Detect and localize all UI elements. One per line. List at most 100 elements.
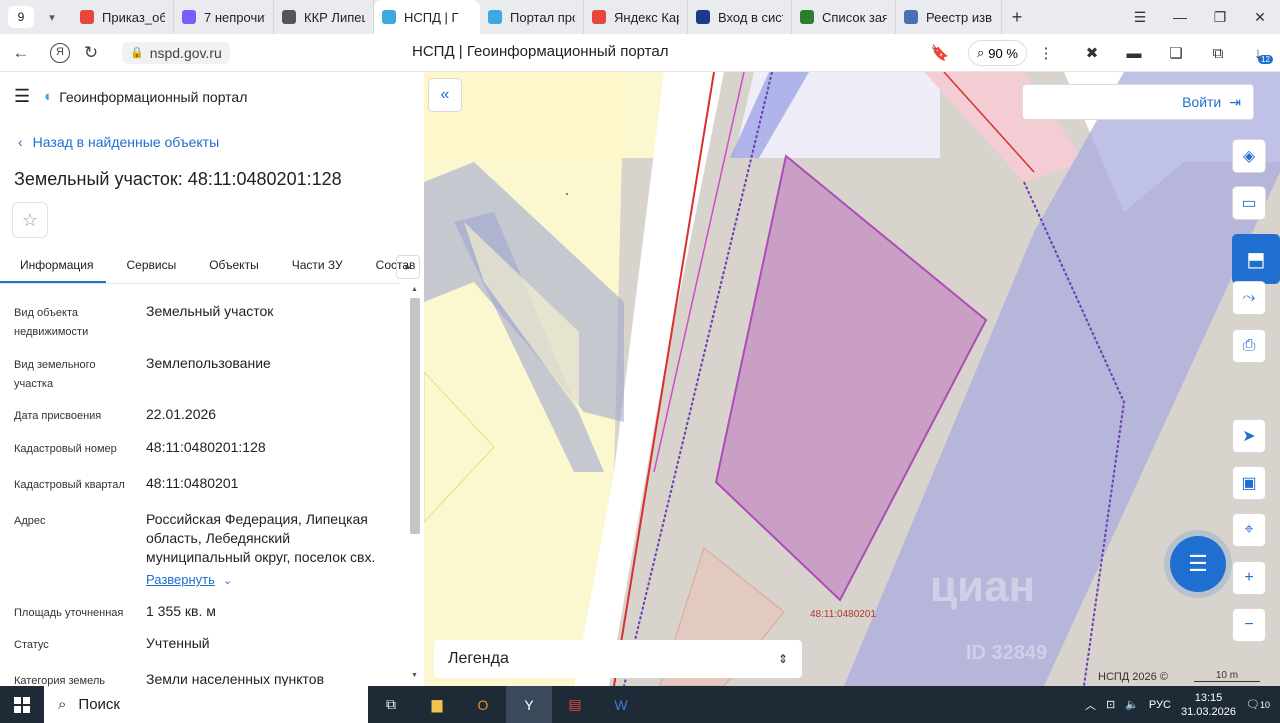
expand-address-link[interactable]: Развернуть xyxy=(146,572,215,587)
notifications-count: 10 xyxy=(1259,699,1270,710)
tab-title: Приказ_об xyxy=(102,9,165,25)
browser-tab[interactable]: Реестр изв xyxy=(896,0,1002,34)
attr-label: Площадь уточненная xyxy=(14,607,124,619)
browser-tab[interactable]: ККР Липец xyxy=(274,0,374,34)
browser-tab[interactable]: Список зая xyxy=(792,0,896,34)
active-tool-button[interactable]: ⬒ xyxy=(1232,234,1280,284)
chevron-down-icon[interactable]: ⌄ xyxy=(223,575,232,587)
scroll-down-icon[interactable]: ▼ xyxy=(411,672,418,679)
extension-icon[interactable]: ⧉ xyxy=(1208,43,1228,63)
scroll-up-icon[interactable]: ▲ xyxy=(411,286,418,293)
new-tab-button[interactable]: + xyxy=(1002,7,1032,28)
tab-list-dropdown-icon[interactable]: ▾ xyxy=(40,6,64,28)
tray-chevron-icon[interactable]: ︿ xyxy=(1085,697,1096,713)
hat-extension-icon[interactable]: ▬ xyxy=(1124,43,1144,63)
restore-icon[interactable]: ❐ xyxy=(1200,9,1240,26)
browser-tab[interactable]: 7 непрочит xyxy=(174,0,274,34)
volume-icon[interactable]: 🔈 xyxy=(1125,698,1139,711)
attr-value: Земли населенных пунктов xyxy=(146,671,325,686)
attr-value: Российская Федерация, Липецкая область, … xyxy=(146,511,376,565)
browser-tab[interactable]: Яндекс Кар xyxy=(584,0,688,34)
network-icon[interactable]: ⊡ xyxy=(1106,698,1115,711)
tab-objects[interactable]: Объекты xyxy=(189,252,272,283)
pdf-app-icon[interactable]: ▤ xyxy=(552,686,598,723)
tab-favicon-icon xyxy=(282,10,296,24)
back-label: Назад в найденные объекты xyxy=(32,134,220,150)
search-area-button[interactable]: ⌖ xyxy=(1232,513,1266,547)
attr-value: 48:11:0480201:128 xyxy=(146,439,266,455)
browser-tab[interactable]: Вход в сист xyxy=(688,0,792,34)
tab-services[interactable]: Сервисы xyxy=(106,252,189,283)
close-window-icon[interactable]: ✕ xyxy=(1240,9,1280,26)
file-explorer-icon[interactable]: ▆ xyxy=(414,686,460,723)
downloads-badge: 12 xyxy=(1258,55,1273,64)
tab-favicon-icon xyxy=(800,10,814,24)
scale-bar: 10 m xyxy=(1194,670,1260,682)
tab-title: ККР Липец xyxy=(304,9,365,25)
attr-value: 22.01.2026 xyxy=(146,406,217,422)
kontur-extension-icon[interactable]: ✖ xyxy=(1082,43,1102,63)
attr-label: Вид объекта недвижимости xyxy=(14,307,89,338)
reload-icon[interactable]: ↻ xyxy=(76,43,106,63)
share-button[interactable]: ⤳ xyxy=(1232,281,1266,315)
layers-button[interactable]: ◈ xyxy=(1232,139,1266,173)
login-button[interactable]: Войти ⇥ xyxy=(1022,84,1254,120)
tab-favicon-icon xyxy=(80,10,94,24)
tab-title: Список зая xyxy=(822,9,887,25)
panel-scrollbar[interactable]: ▲ ▼ xyxy=(408,286,422,686)
attr-label: Кадастровый квартал xyxy=(14,479,125,491)
back-icon[interactable]: ← xyxy=(6,43,36,63)
yandex-icon[interactable]: Я xyxy=(50,42,70,63)
legend-dropdown[interactable]: Легенда ⇕ xyxy=(434,640,802,678)
tab-information[interactable]: Информация xyxy=(0,252,107,283)
chat-bubble-icon[interactable]: ☰ xyxy=(1170,536,1226,592)
bookmarks-panel-icon[interactable]: ❏ xyxy=(1166,43,1186,63)
taskbar-search[interactable]: ⌕ Поиск xyxy=(44,686,368,723)
tab-title: НСПД | Г xyxy=(404,9,459,25)
collapse-panel-button[interactable]: « xyxy=(428,78,462,112)
browser-tab[interactable]: Приказ_об xyxy=(72,0,174,34)
back-to-results-link[interactable]: ‹ Назад в найденные объекты xyxy=(18,134,219,150)
locate-button[interactable]: ➤ xyxy=(1232,419,1266,453)
task-view-icon[interactable]: ⧉ xyxy=(368,686,414,723)
browser-tab[interactable]: Портал про xyxy=(480,0,584,34)
tab-count-badge[interactable]: 9 xyxy=(8,6,34,28)
chevron-left-icon: ‹ xyxy=(18,134,23,150)
print-button[interactable]: ⎙ xyxy=(1232,329,1266,363)
browser-tab[interactable]: НСПД | Г xyxy=(374,0,480,34)
clock[interactable]: 13:15 31.03.2026 xyxy=(1181,691,1236,719)
login-icon: ⇥ xyxy=(1229,93,1241,110)
tab-favicon-icon xyxy=(592,10,606,24)
search-placeholder: Поиск xyxy=(78,696,120,713)
tab-favicon-icon xyxy=(904,10,918,24)
minimize-icon[interactable]: — xyxy=(1160,9,1200,26)
zoom-in-button[interactable]: + xyxy=(1232,561,1266,595)
attr-label: Дата присвоения xyxy=(14,410,102,422)
bookmark-icon[interactable]: 🔖 xyxy=(930,43,950,63)
outlook-icon[interactable]: O xyxy=(460,686,506,723)
menu-icon[interactable]: ☰ xyxy=(1120,9,1160,26)
object-title: Земельный участок: 48:11:0480201:128 xyxy=(14,169,342,189)
windows-start-icon[interactable] xyxy=(0,696,44,713)
scrollbar-thumb[interactable] xyxy=(410,298,420,534)
tab-parts[interactable]: Части ЗУ xyxy=(272,252,356,283)
address-bar: ← Я ↻ 🔒 nspd.gov.ru НСПД | Геоинформацио… xyxy=(0,34,1280,72)
tabs-scroll-right-icon[interactable]: ▸ xyxy=(396,255,420,279)
hamburger-menu-icon[interactable]: ☰ xyxy=(14,86,30,107)
more-icon[interactable]: ⋮ xyxy=(1036,43,1056,63)
yandex-browser-icon[interactable]: Y xyxy=(506,686,552,723)
word-icon[interactable]: W xyxy=(598,686,644,723)
zoom-out-button[interactable]: − xyxy=(1232,608,1266,642)
map-area[interactable]: циан ID 32849 48:11:0480201 « Войти ⇥ ◈ … xyxy=(424,72,1280,686)
url-field[interactable]: 🔒 nspd.gov.ru xyxy=(122,41,230,64)
tab-favicon-icon xyxy=(182,10,196,24)
favorite-star-icon[interactable]: ☆ xyxy=(12,202,48,238)
notifications-icon[interactable]: 🗨 xyxy=(1246,698,1260,711)
zoom-indicator[interactable]: ⌕ 90 % xyxy=(968,40,1027,66)
downloads-icon[interactable]: ↓ 12 xyxy=(1248,43,1273,64)
attr-value: 1 355 кв. м xyxy=(146,603,216,619)
map-canvas[interactable] xyxy=(424,72,1280,686)
language-indicator[interactable]: РУС xyxy=(1149,699,1171,711)
minimap-button[interactable]: ▣ xyxy=(1232,466,1266,500)
ruler-button[interactable]: ▭ xyxy=(1232,186,1266,220)
